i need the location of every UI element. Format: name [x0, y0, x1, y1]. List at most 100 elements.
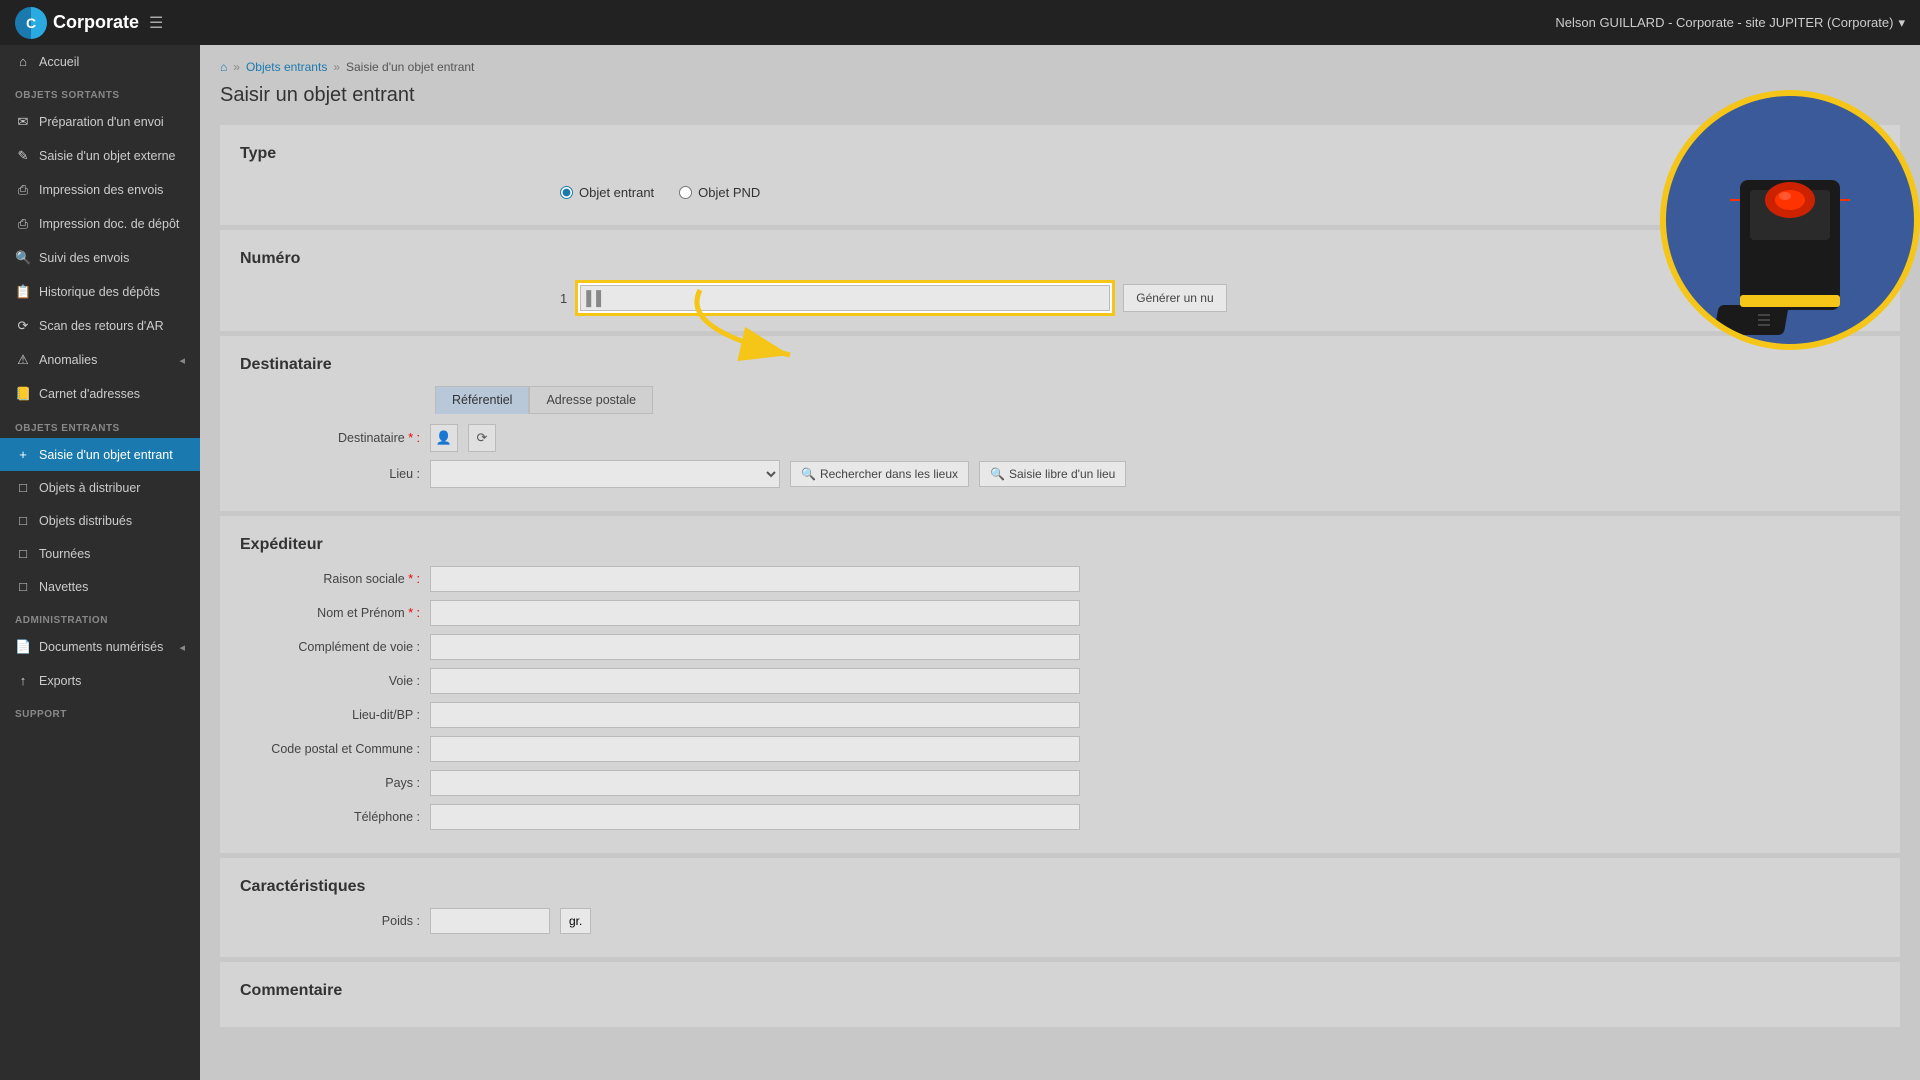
route-icon: □ [15, 546, 31, 561]
nom-prenom-row: Nom et Prénom * : [240, 600, 1880, 626]
topnav: C Corporate ☰ Nelson GUILLARD - Corporat… [0, 0, 1920, 45]
numero-prefix: 1 [560, 291, 567, 306]
sidebar-label-impression-envois: Impression des envois [39, 183, 163, 197]
person-button[interactable]: 👤 [430, 424, 458, 452]
sidebar-item-saisie-entrant[interactable]: + Saisie d'un objet entrant [0, 438, 200, 471]
sidebar-item-scan-retours[interactable]: ⟳ Scan des retours d'AR [0, 309, 200, 343]
magnifier-icon: 🔍 [15, 250, 31, 266]
voie-row: Voie : [240, 668, 1880, 694]
logo[interactable]: C Corporate [15, 7, 139, 39]
commentaire-section: Commentaire [220, 962, 1900, 1027]
sidebar-label-accueil: Accueil [39, 55, 79, 69]
breadcrumb-sep1: » [233, 60, 240, 74]
sidebar-item-objets-distribues[interactable]: □ Objets distribués [0, 504, 200, 537]
telephone-row: Téléphone : [240, 804, 1880, 830]
sidebar-label-scan-retours: Scan des retours d'AR [39, 319, 164, 333]
brand-name: Corporate [53, 12, 139, 33]
scanner-overlay [1660, 90, 1920, 450]
caracteristiques-section-title: Caractéristiques [240, 878, 1880, 896]
telephone-label: Téléphone : [240, 810, 420, 824]
poids-unit-button[interactable]: gr. [560, 908, 591, 934]
lieu-select[interactable] [430, 460, 780, 488]
nom-prenom-label: Nom et Prénom * : [240, 606, 420, 620]
raison-sociale-label: Raison sociale * : [240, 572, 420, 586]
user-info-area[interactable]: Nelson GUILLARD - Corporate - site JUPIT… [1555, 15, 1905, 31]
sidebar-item-impression-envois[interactable]: ⎙ Impression des envois [0, 173, 200, 207]
radio-objet-entrant-input[interactable] [560, 186, 573, 199]
calendar-icon: 📋 [15, 284, 31, 300]
expediteur-section-title: Expéditeur [240, 536, 1880, 554]
sidebar-item-anomalies[interactable]: ⚠ Anomalies ◂ [0, 343, 200, 377]
sidebar-label-navettes: Navettes [39, 580, 88, 594]
breadcrumb-objets-entrants[interactable]: Objets entrants [246, 60, 327, 74]
complement-input[interactable] [430, 634, 1080, 660]
caracteristiques-section: Caractéristiques Poids : gr. [220, 858, 1900, 957]
pays-row: Pays : [240, 770, 1880, 796]
user-dropdown-icon: ▾ [1898, 15, 1905, 31]
type-section: Type Objet entrant Objet PND [220, 125, 1900, 225]
home-icon: ⌂ [15, 54, 31, 69]
sidebar-item-tournees[interactable]: □ Tournées [0, 537, 200, 570]
pays-label: Pays : [240, 776, 420, 790]
numero-input-wrapper: ▌▌ [575, 280, 1115, 316]
refresh-button[interactable]: ⟳ [468, 424, 496, 452]
poids-input[interactable] [430, 908, 550, 934]
sidebar-item-exports[interactable]: ↑ Exports [0, 664, 200, 697]
code-postal-input[interactable] [430, 736, 1080, 762]
edit-icon: ✎ [15, 148, 31, 164]
scan-icon: ⟳ [15, 318, 31, 334]
scanner-svg [1680, 100, 1900, 340]
export-icon: ↑ [15, 673, 31, 688]
sidebar-label-exports: Exports [39, 674, 81, 688]
raison-sociale-input[interactable] [430, 566, 1080, 592]
sidebar-label-objets-distribues: Objets distribués [39, 514, 132, 528]
sidebar-item-suivi[interactable]: 🔍 Suivi des envois [0, 241, 200, 275]
tab-referentiel[interactable]: Référentiel [435, 386, 529, 414]
tab-adresse[interactable]: Adresse postale [529, 386, 653, 414]
voie-label: Voie : [240, 674, 420, 688]
voie-input[interactable] [430, 668, 1080, 694]
warning-icon: ⚠ [15, 352, 31, 368]
barcode-icon: ▌▌ [586, 290, 606, 306]
sidebar-item-impression-depot[interactable]: ⎙ Impression doc. de dépôt [0, 207, 200, 241]
search-icon-lieux: 🔍 [801, 467, 816, 481]
lieu-dit-input[interactable] [430, 702, 1080, 728]
raison-sociale-row: Raison sociale * : [240, 566, 1880, 592]
hamburger-icon[interactable]: ☰ [149, 13, 163, 33]
shuttle-icon: □ [15, 579, 31, 594]
radio-objet-pnd-label: Objet PND [698, 185, 760, 200]
expediteur-section: Expéditeur Raison sociale * : Nom et Pré… [220, 516, 1900, 853]
telephone-input[interactable] [430, 804, 1080, 830]
type-radios-group: Objet entrant Objet PND [240, 175, 1880, 210]
sidebar-item-carnet[interactable]: 📒 Carnet d'adresses [0, 377, 200, 411]
sidebar-item-navettes[interactable]: □ Navettes [0, 570, 200, 603]
print2-icon: ⎙ [15, 216, 31, 232]
code-postal-label: Code postal et Commune : [240, 742, 420, 756]
numero-container: 1 ▌▌ Générer un nu [240, 280, 1880, 316]
sidebar-item-saisie-externe[interactable]: ✎ Saisie d'un objet externe [0, 139, 200, 173]
sidebar-item-preparation[interactable]: ✉ Préparation d'un envoi [0, 105, 200, 139]
section-label-admin: ADMINISTRATION [0, 603, 200, 630]
rechercher-lieux-button[interactable]: 🔍 Rechercher dans les lieux [790, 461, 969, 487]
addressbook-icon: 📒 [15, 386, 31, 402]
complement-row: Complément de voie : [240, 634, 1880, 660]
radio-objet-pnd-input[interactable] [679, 186, 692, 199]
nom-prenom-input[interactable] [430, 600, 1080, 626]
pays-input[interactable] [430, 770, 1080, 796]
sidebar-item-docs-num[interactable]: 📄 Documents numérisés ◂ [0, 630, 200, 664]
numero-section-title: Numéro [240, 250, 1880, 268]
sidebar-item-objets-distribuer[interactable]: □ Objets à distribuer [0, 471, 200, 504]
sidebar-label-anomalies: Anomalies [39, 353, 97, 367]
destinataire-section: Destinataire Référentiel Adresse postale… [220, 336, 1900, 511]
sidebar-item-historique[interactable]: 📋 Historique des dépôts [0, 275, 200, 309]
numero-input[interactable] [580, 285, 1110, 311]
sidebar-item-accueil[interactable]: ⌂ Accueil [0, 45, 200, 78]
box2-icon: □ [15, 513, 31, 528]
breadcrumb-home-icon[interactable]: ⌂ [220, 60, 227, 74]
generer-button[interactable]: Générer un nu [1123, 284, 1226, 312]
radio-objet-entrant[interactable]: Objet entrant [560, 185, 654, 200]
raison-required: * : [408, 572, 420, 586]
saisie-libre-button[interactable]: 🔍 Saisie libre d'un lieu [979, 461, 1126, 487]
section-label-entrants: OBJETS ENTRANTS [0, 411, 200, 438]
radio-objet-pnd[interactable]: Objet PND [679, 185, 760, 200]
